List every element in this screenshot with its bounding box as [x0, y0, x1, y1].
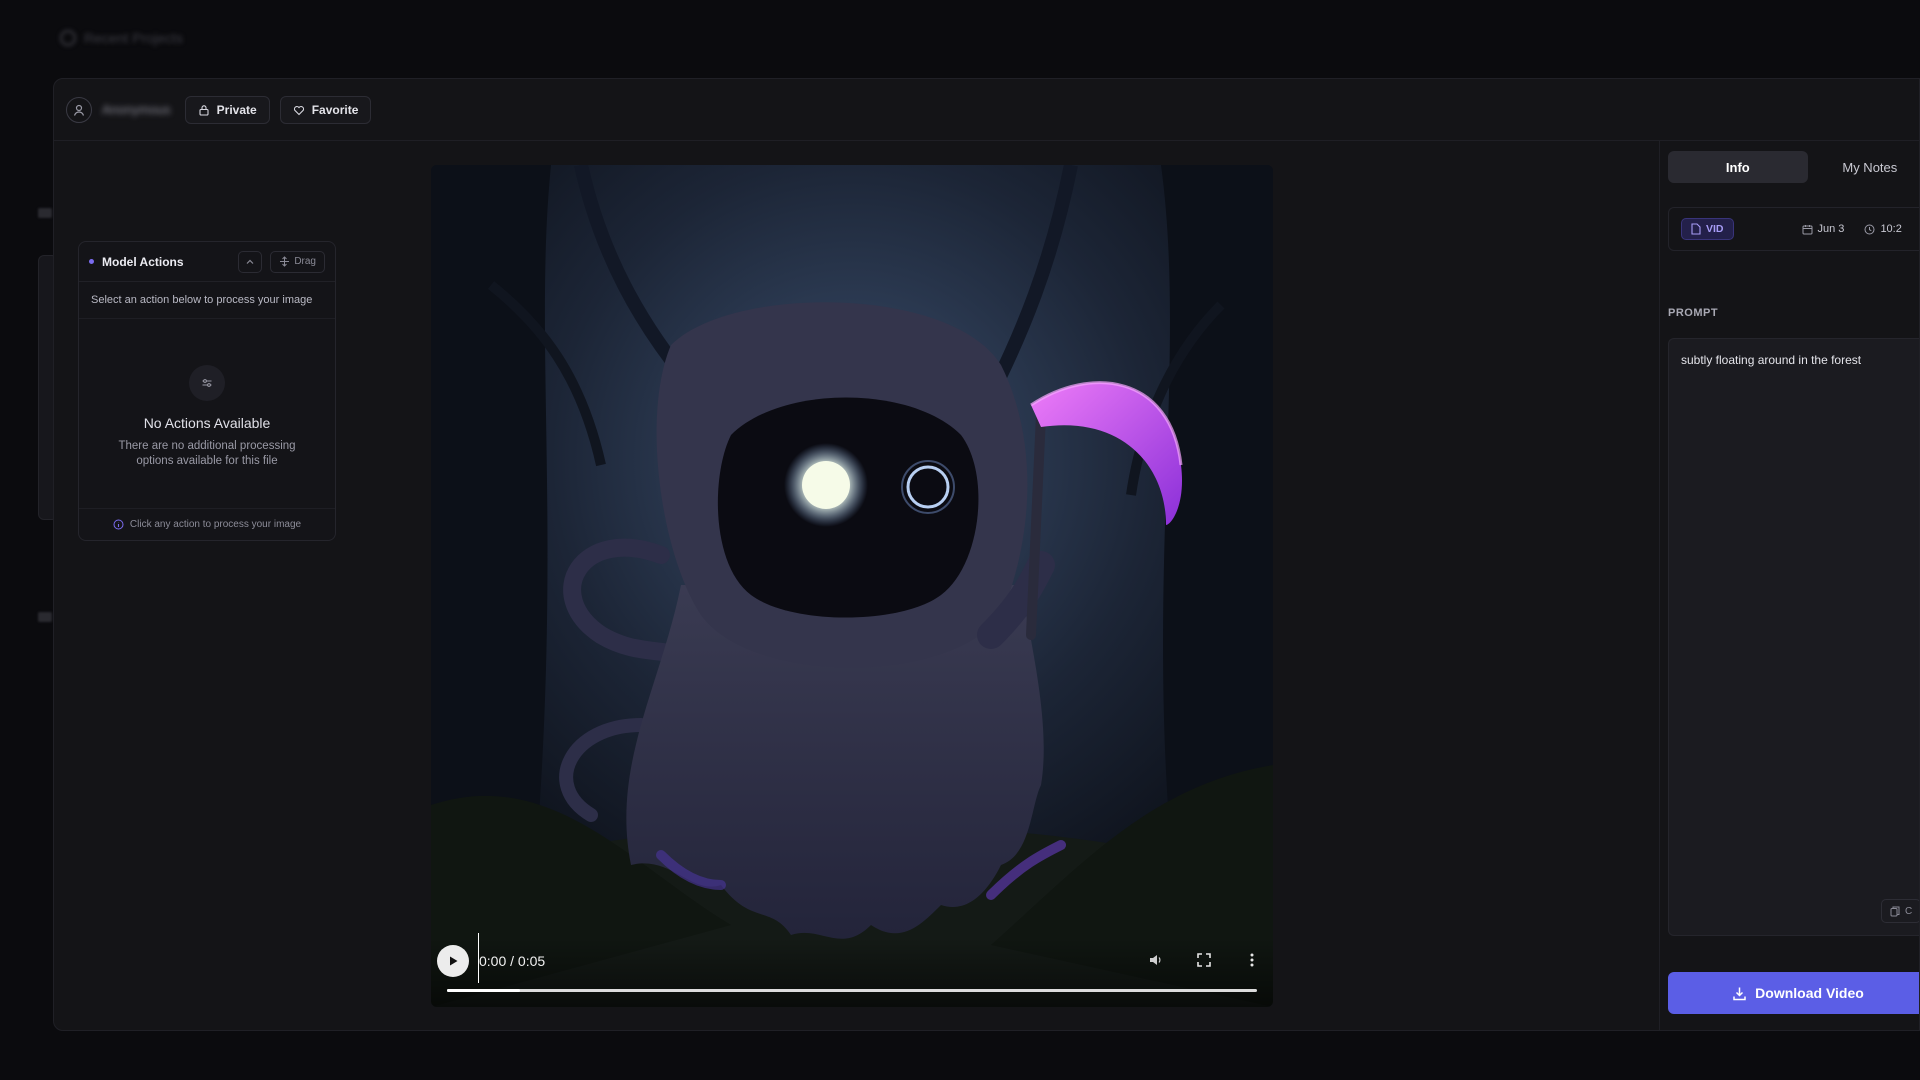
model-actions-panel: Model Actions Drag Select an action belo…	[78, 241, 336, 541]
panel-tabs: Info My Notes	[1668, 151, 1919, 187]
favorite-button[interactable]: Favorite	[279, 95, 372, 124]
prompt-text: subtly floating around in the forest	[1681, 353, 1862, 367]
drag-handle[interactable]: Drag	[270, 250, 325, 273]
info-panel: Info My Notes VID Jun 3 10:2 PROMPT subt…	[1659, 141, 1919, 1030]
tab-my-notes[interactable]: My Notes	[1812, 151, 1919, 183]
move-icon	[280, 256, 290, 267]
collapse-button[interactable]	[238, 250, 263, 273]
model-actions-footer: Click any action to process your image	[79, 508, 335, 540]
volume-icon	[1150, 955, 1161, 965]
buffered-progress	[447, 989, 520, 992]
prompt-box: subtly floating around in the forest C	[1668, 338, 1919, 936]
clock-icon	[1864, 224, 1875, 234]
more-vertical-icon	[1250, 953, 1254, 967]
empty-state: No Actions Available There are no additi…	[79, 319, 335, 469]
folder-icon	[60, 30, 76, 46]
fullscreen-icon	[1197, 953, 1211, 967]
private-button[interactable]: Private	[184, 95, 270, 124]
volume-button[interactable]	[1145, 949, 1167, 971]
date-text: Jun 3	[1817, 223, 1845, 235]
background-title: Recent Projects	[60, 30, 183, 46]
progress-bar[interactable]	[447, 989, 1257, 992]
video-controls: 0:00 / 0:05	[431, 933, 1273, 1007]
heart-icon	[293, 105, 304, 115]
copy-label: C	[1905, 905, 1913, 917]
download-video-button[interactable]: Download Video	[1668, 972, 1919, 1014]
play-icon	[450, 956, 458, 966]
model-actions-subtitle: Select an action below to process your i…	[79, 282, 335, 319]
background-label	[38, 208, 52, 218]
file-icon	[1691, 223, 1701, 235]
file-type-badge: VID	[1681, 218, 1734, 240]
file-type-label: VID	[1706, 223, 1724, 235]
time-info: 10:2	[1864, 223, 1902, 235]
more-options-button[interactable]	[1241, 949, 1263, 971]
time-display: 0:00 / 0:05	[479, 953, 546, 969]
empty-state-title: No Actions Available	[143, 415, 271, 431]
time-text: 10:2	[1880, 223, 1902, 235]
video-player[interactable]: 0:00 / 0:05	[431, 165, 1273, 1007]
date-info: Jun 3	[1802, 223, 1845, 235]
model-actions-header: Model Actions Drag	[79, 242, 335, 282]
background-title-text: Recent Projects	[84, 30, 183, 46]
model-actions-title: Model Actions	[102, 254, 184, 269]
sliders-icon	[189, 365, 225, 401]
footer-hint: Click any action to process your image	[129, 519, 302, 530]
empty-state-description: There are no additional processing optio…	[118, 440, 296, 467]
drag-label: Drag	[294, 256, 316, 267]
prompt-label: PROMPT	[1668, 307, 1719, 319]
modal-header: Anonymous Private Favorite	[54, 79, 1919, 141]
fullscreen-button[interactable]	[1193, 949, 1215, 971]
file-meta: VID Jun 3 10:2	[1668, 207, 1919, 251]
tab-info[interactable]: Info	[1668, 151, 1808, 183]
copy-icon	[1890, 906, 1900, 916]
video-frame	[431, 165, 1273, 1007]
user-name: Anonymous	[102, 102, 171, 117]
calendar-icon	[1802, 224, 1813, 234]
copy-button[interactable]: C	[1881, 899, 1919, 923]
private-label: Private	[216, 102, 257, 117]
favorite-label: Favorite	[311, 102, 359, 117]
status-dot	[89, 259, 94, 264]
chevron-up-icon	[246, 259, 254, 264]
viewer-modal: Anonymous Private Favorite Model Actions…	[53, 78, 1920, 1031]
lock-icon	[199, 104, 209, 116]
download-icon	[1733, 987, 1746, 1000]
info-icon	[113, 519, 124, 530]
play-button[interactable]	[437, 945, 469, 977]
user-icon[interactable]	[66, 96, 92, 123]
download-label: Download Video	[1755, 985, 1864, 1001]
background-label	[38, 612, 52, 622]
